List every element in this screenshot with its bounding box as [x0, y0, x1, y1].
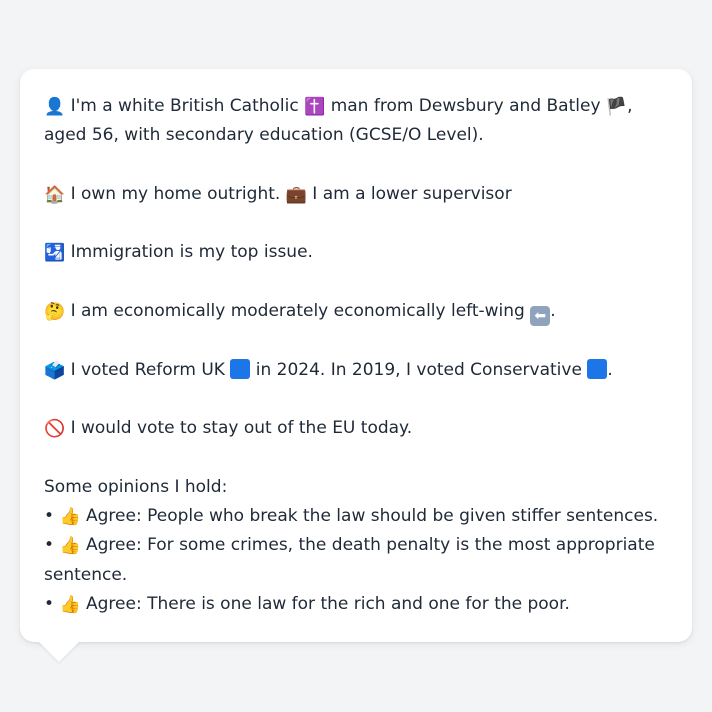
briefcase-icon: 💼 — [285, 184, 307, 205]
vote-paragraph: 🗳️ I voted Reform UK in 2024. In 2019, I… — [44, 356, 668, 385]
eu-paragraph: 🚫 I would vote to stay out of the EU tod… — [44, 414, 668, 443]
bubble-tail — [38, 641, 80, 662]
vote-suffix: . — [607, 359, 613, 380]
issue-paragraph: 🛂 Immigration is my top issue. — [44, 238, 668, 267]
persona-message-bubble: 👤 I'm a white British Catholic ✝️ man fr… — [20, 69, 692, 642]
bullet: • — [44, 506, 55, 527]
opinion-item: • 👍 Agree: For some crimes, the death pe… — [44, 531, 668, 590]
bullet: • — [44, 594, 55, 615]
thumbs-up-icon: 👍 — [59, 536, 81, 557]
issue-text: Immigration is my top issue. — [70, 242, 313, 263]
opinion-text: Agree: There is one law for the rich and… — [86, 594, 570, 615]
person-silhouette-icon: 👤 — [44, 97, 66, 117]
bullet: • — [44, 535, 55, 556]
identity-text-b: man from Dewsbury and Batley — [330, 96, 601, 116]
thumbs-up-icon: 👍 — [59, 595, 81, 616]
opinion-item: • 👍 Agree: There is one law for the rich… — [44, 590, 668, 619]
passport-control-icon: 🛂 — [44, 243, 66, 264]
thinking-face-icon: 🤔 — [44, 302, 66, 323]
opinion-item: • 👍 Agree: People who break the law shou… — [44, 502, 668, 531]
thumbs-up-icon: 👍 — [59, 507, 81, 528]
ballot-box-icon: 🗳️ — [44, 360, 66, 381]
vote-text-b: in 2024. In 2019, I voted Conservative — [255, 359, 582, 380]
home-text: I own my home outright. — [70, 183, 281, 204]
england-flag-icon: 🏴 — [605, 97, 628, 117]
opinion-text: Agree: For some crimes, the death penalt… — [44, 535, 655, 585]
economics-suffix: . — [550, 301, 556, 322]
identity-text-a: I'm a white British Catholic — [70, 96, 299, 116]
prohibited-icon: 🚫 — [44, 419, 66, 440]
vote-text-a: I voted Reform UK — [70, 359, 225, 380]
economics-paragraph: 🤔 I am economically moderately economica… — [44, 297, 668, 327]
house-icon: 🏠 — [44, 184, 66, 205]
home-paragraph: 🏠 I own my home outright. 💼 I am a lower… — [44, 180, 668, 209]
opinions-section: Some opinions I hold: • 👍 Agree: People … — [44, 473, 668, 619]
job-text: I am a lower supervisor — [312, 183, 512, 204]
reform-blue-square-icon — [230, 358, 251, 379]
conservative-blue-square-icon — [587, 358, 608, 379]
eu-text: I would vote to stay out of the EU today… — [70, 418, 413, 439]
opinion-text: Agree: People who break the law should b… — [86, 506, 659, 527]
left-arrow-icon: ⬅ — [530, 306, 551, 327]
economics-text: I am economically moderately economicall… — [70, 301, 525, 322]
identity-paragraph: 👤 I'm a white British Catholic ✝️ man fr… — [44, 92, 668, 151]
latin-cross-icon: ✝️ — [304, 97, 326, 117]
opinions-heading: Some opinions I hold: — [44, 476, 228, 497]
